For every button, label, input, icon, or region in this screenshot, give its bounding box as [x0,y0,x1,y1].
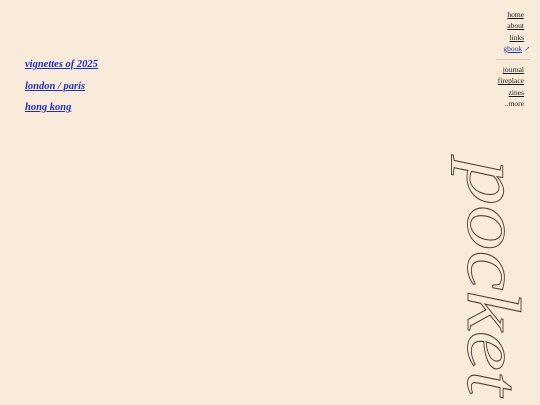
pocket-wordmark: pocket [451,154,540,399]
post-list: vignettes of 2025 london / paris hong ko… [25,58,98,123]
nav-home[interactable]: home [496,9,524,20]
post-link-hong-kong[interactable]: hong kong [25,101,98,114]
nav-divider [496,59,530,61]
nav-zines[interactable]: zines [496,87,524,98]
nav-more[interactable]: ..more [496,98,524,109]
pocket-wordmark-text: pocket [451,154,535,398]
nav-links[interactable]: links [496,32,524,43]
nav-guestbook-row: gbook ↗ [503,44,530,53]
site-nav: home about links gbook ↗ journal fireplac… [496,9,530,109]
pocket-wordmark-svg: pocket [451,154,536,399]
nav-fireplace[interactable]: fireplace [496,75,524,86]
nav-journal[interactable]: journal [496,64,524,75]
nav-about[interactable]: about [496,20,524,31]
external-link-icon: ↗ [524,44,530,53]
post-link-vignettes[interactable]: vignettes of 2025 [25,58,98,71]
page: vignettes of 2025 london / paris hong ko… [0,0,540,405]
nav-guestbook[interactable]: gbook [503,44,522,53]
post-link-london-paris[interactable]: london / paris [25,80,98,93]
